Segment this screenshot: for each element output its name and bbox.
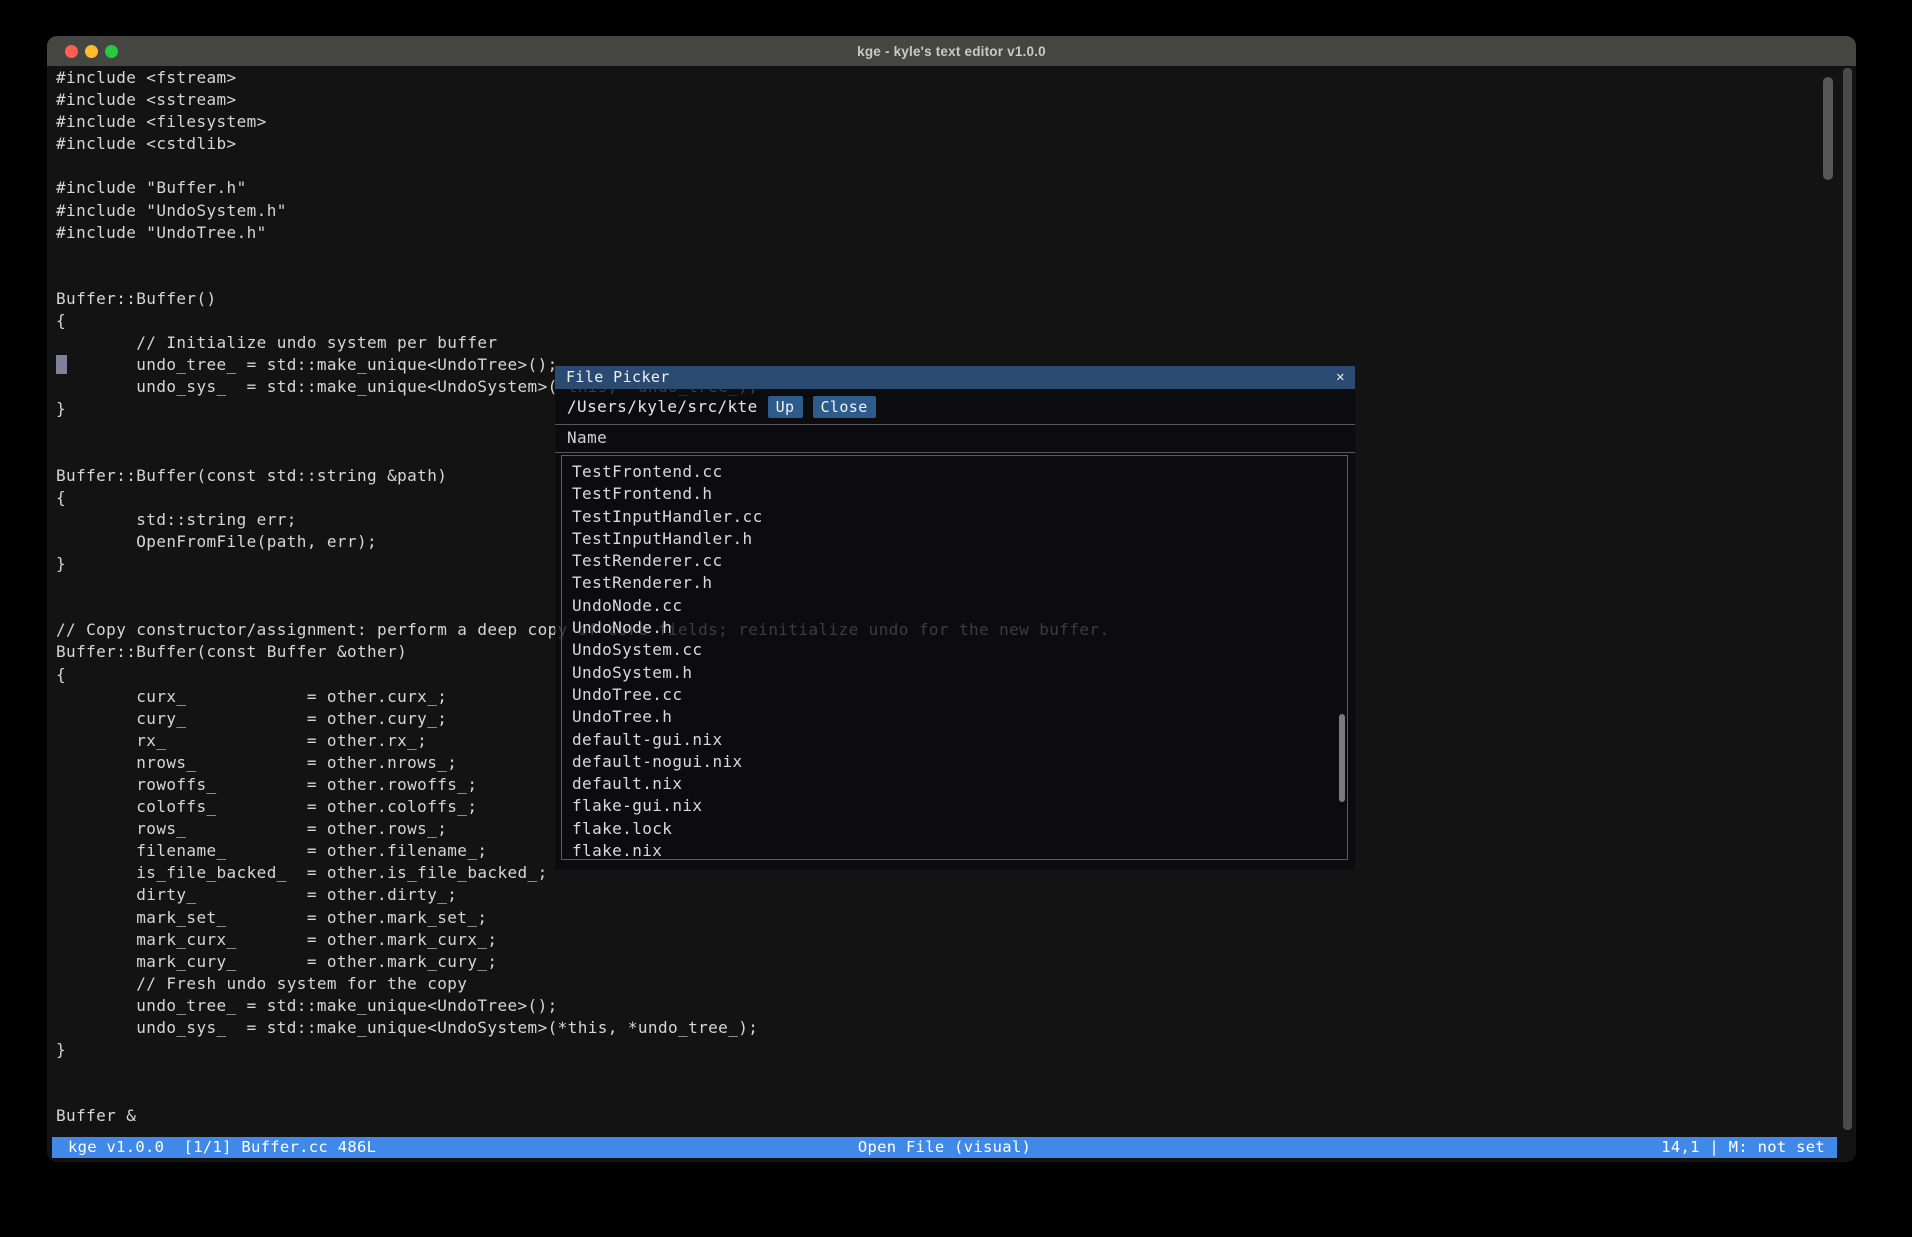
code-line[interactable]: [56, 244, 1109, 266]
code-line[interactable]: dirty_ = other.dirty_;: [56, 884, 1109, 906]
editor-scrollbar-thumb[interactable]: [1823, 77, 1833, 180]
current-path: /Users/kyle/src/kte: [567, 397, 758, 416]
file-list-item[interactable]: default.nix: [562, 774, 1347, 796]
up-button[interactable]: Up: [768, 396, 803, 418]
text-cursor: [56, 355, 67, 374]
file-list-item[interactable]: UndoNode.cc: [562, 596, 1347, 618]
file-list-item[interactable]: flake.lock: [562, 819, 1347, 841]
file-list[interactable]: TestFrontend.ccTestFrontend.hTestInputHa…: [561, 455, 1348, 860]
file-list-item[interactable]: default-gui.nix: [562, 730, 1347, 752]
file-list-item[interactable]: UndoTree.cc: [562, 685, 1347, 707]
file-list-item[interactable]: UndoSystem.cc: [562, 640, 1347, 662]
code-line[interactable]: #include <cstdlib>: [56, 133, 1109, 155]
code-line[interactable]: #include "UndoTree.h": [56, 222, 1109, 244]
file-list-item[interactable]: flake.nix: [562, 841, 1347, 863]
file-list-item[interactable]: TestFrontend.h: [562, 484, 1347, 506]
status-bar: kge v1.0.0 [1/1] Buffer.cc 486L Open Fil…: [52, 1137, 1837, 1158]
code-line[interactable]: [56, 155, 1109, 177]
minimize-window-button[interactable]: [85, 45, 98, 58]
code-line[interactable]: // Initialize undo system per buffer: [56, 332, 1109, 354]
file-list-items: TestFrontend.ccTestFrontend.hTestInputHa…: [562, 462, 1347, 863]
status-mode: Open File (visual): [52, 1137, 1837, 1158]
file-list-item[interactable]: TestRenderer.cc: [562, 551, 1347, 573]
code-line[interactable]: #include <sstream>: [56, 89, 1109, 111]
file-picker-titlebar[interactable]: File Picker ✕: [555, 366, 1355, 389]
file-list-item[interactable]: TestRenderer.h: [562, 573, 1347, 595]
file-list-item[interactable]: default-nogui.nix: [562, 752, 1347, 774]
code-line[interactable]: [56, 1083, 1109, 1105]
file-list-item[interactable]: UndoSystem.h: [562, 663, 1347, 685]
traffic-lights: [65, 36, 118, 66]
code-line[interactable]: // Fresh undo system for the copy: [56, 973, 1109, 995]
code-line[interactable]: undo_tree_ = std::make_unique<UndoTree>(…: [56, 995, 1109, 1017]
window-title: kge - kyle's text editor v1.0.0: [47, 44, 1856, 59]
code-line[interactable]: Buffer::Buffer(): [56, 288, 1109, 310]
code-line[interactable]: mark_cury_ = other.mark_cury_;: [56, 951, 1109, 973]
code-line[interactable]: mark_curx_ = other.mark_curx_;: [56, 929, 1109, 951]
code-line[interactable]: [56, 1061, 1109, 1083]
file-list-item[interactable]: UndoNode.h: [562, 618, 1347, 640]
file-picker-dialog: File Picker ✕ /Users/kyle/src/kte Up Clo…: [555, 366, 1355, 870]
close-icon[interactable]: ✕: [1336, 366, 1345, 389]
status-cursor-info: 14,1 | M: not set: [1661, 1137, 1825, 1158]
code-line[interactable]: }: [56, 1039, 1109, 1061]
file-list-item[interactable]: flake-gui.nix: [562, 796, 1347, 818]
close-button[interactable]: Close: [813, 396, 876, 418]
code-line[interactable]: #include <fstream>: [56, 67, 1109, 89]
code-line[interactable]: undo_sys_ = std::make_unique<UndoSystem>…: [56, 1017, 1109, 1039]
window-titlebar[interactable]: kge - kyle's text editor v1.0.0: [47, 36, 1856, 66]
code-line[interactable]: {: [56, 310, 1109, 332]
column-header-name: Name: [555, 425, 1355, 453]
file-list-item[interactable]: TestFrontend.cc: [562, 462, 1347, 484]
code-line[interactable]: Buffer &: [56, 1105, 1109, 1127]
window-scrollbar-track[interactable]: [1843, 68, 1852, 1130]
file-list-item[interactable]: TestInputHandler.cc: [562, 507, 1347, 529]
code-line[interactable]: #include "UndoSystem.h": [56, 200, 1109, 222]
file-picker-title: File Picker: [566, 368, 670, 386]
code-line[interactable]: #include "Buffer.h": [56, 177, 1109, 199]
close-window-button[interactable]: [65, 45, 78, 58]
zoom-window-button[interactable]: [105, 45, 118, 58]
file-list-scrollbar-thumb[interactable]: [1339, 714, 1345, 802]
code-line[interactable]: #include <filesystem>: [56, 111, 1109, 133]
file-picker-path-row: /Users/kyle/src/kte Up Close: [555, 389, 1355, 425]
code-line[interactable]: mark_set_ = other.mark_set_;: [56, 907, 1109, 929]
file-list-item[interactable]: TestInputHandler.h: [562, 529, 1347, 551]
file-list-item[interactable]: UndoTree.h: [562, 707, 1347, 729]
code-line[interactable]: [56, 266, 1109, 288]
editor-window: kge - kyle's text editor v1.0.0 #include…: [47, 36, 1856, 1162]
